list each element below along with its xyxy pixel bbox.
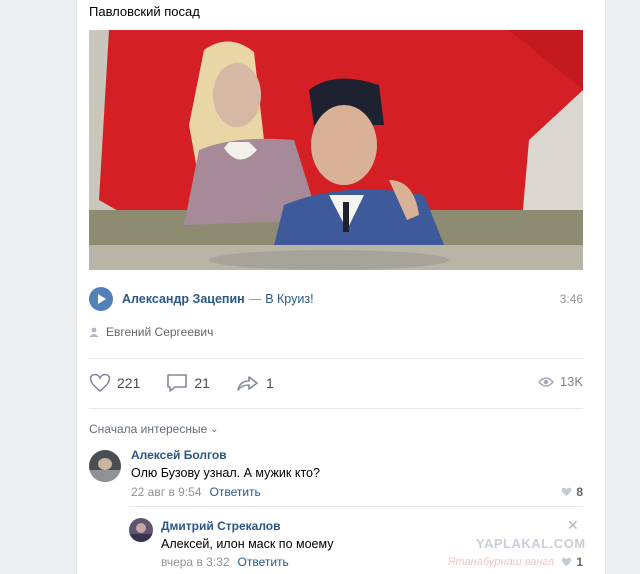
avatar-image <box>129 518 153 542</box>
comment-meta: вчера в 3:32 Ответить <box>161 555 289 569</box>
comment-like-button[interactable]: 8 <box>561 485 583 499</box>
heart-icon <box>89 373 111 393</box>
share-button[interactable]: 1 <box>236 373 274 393</box>
share-icon <box>237 376 258 391</box>
comment-date[interactable]: 22 авг в 9:54 <box>131 485 202 499</box>
view-count: 13K <box>559 374 583 389</box>
sort-label[interactable]: Сначала интересные <box>89 422 207 436</box>
eye-icon <box>537 376 554 387</box>
comment-count: 21 <box>194 375 210 391</box>
comment-sort-dropdown[interactable]: Сначала интересные ⌄ <box>89 422 219 436</box>
heart-icon <box>562 557 572 566</box>
comment-like-count: 1 <box>576 555 583 569</box>
divider <box>129 506 583 507</box>
comment-like-button[interactable]: 1 <box>561 555 583 569</box>
comment-meta: 22 авг в 9:54 Ответить <box>131 485 261 499</box>
like-button[interactable]: 221 <box>89 373 140 393</box>
comment-icon <box>167 374 188 392</box>
post-author-name[interactable]: Евгений Сергеевич <box>106 325 213 339</box>
comment-button[interactable]: 21 <box>166 373 210 393</box>
chevron-down-icon: ⌄ <box>210 423 219 435</box>
comment-like-count: 8 <box>576 485 583 499</box>
reply-button[interactable]: Ответить <box>238 555 289 569</box>
audio-track[interactable]: Александр Зацепин — В Круиз! <box>122 292 314 306</box>
avatar[interactable] <box>89 450 121 482</box>
watermark-logo: YAPLAKAL.COM <box>476 536 586 551</box>
audio-attachment: Александр Зацепин — В Круиз! 3:46 <box>89 287 583 311</box>
post-card: Павловский посад Александр Зацепин — В К… <box>76 0 606 574</box>
close-icon[interactable]: ✕ <box>567 517 579 534</box>
reply-button[interactable]: Ответить <box>210 485 261 499</box>
audio-artist[interactable]: Александр Зацепин <box>122 292 245 306</box>
comment-text: Алексей, илон маск по моему <box>161 537 334 551</box>
share-count: 1 <box>265 375 274 391</box>
audio-separator: — <box>248 292 262 306</box>
post-author[interactable]: Евгений Сергеевич <box>89 325 213 339</box>
post-image[interactable] <box>89 30 583 270</box>
mural-illustration <box>89 30 583 270</box>
audio-title[interactable]: В Круиз! <box>265 292 313 306</box>
post-actions: 221 21 1 13K <box>89 370 583 396</box>
avatar-image <box>89 450 121 482</box>
watermark-signature: Ятанабурнаш вангл <box>448 556 554 568</box>
views-counter: 13K <box>537 374 583 389</box>
like-count: 221 <box>117 375 141 391</box>
comment-author[interactable]: Дмитрий Стрекалов <box>161 519 281 533</box>
comment-text: Олю Бузову узнал. А мужик кто? <box>131 466 320 480</box>
post-caption: Павловский посад <box>89 4 200 19</box>
audio-duration: 3:46 <box>559 292 583 306</box>
divider <box>89 408 583 409</box>
heart-icon <box>562 487 572 496</box>
comment-date[interactable]: вчера в 3:32 <box>161 555 230 569</box>
play-icon[interactable] <box>89 287 113 311</box>
person-icon <box>89 327 99 337</box>
avatar[interactable] <box>129 518 153 542</box>
divider <box>89 358 583 359</box>
comment-author[interactable]: Алексей Болгов <box>131 448 227 462</box>
